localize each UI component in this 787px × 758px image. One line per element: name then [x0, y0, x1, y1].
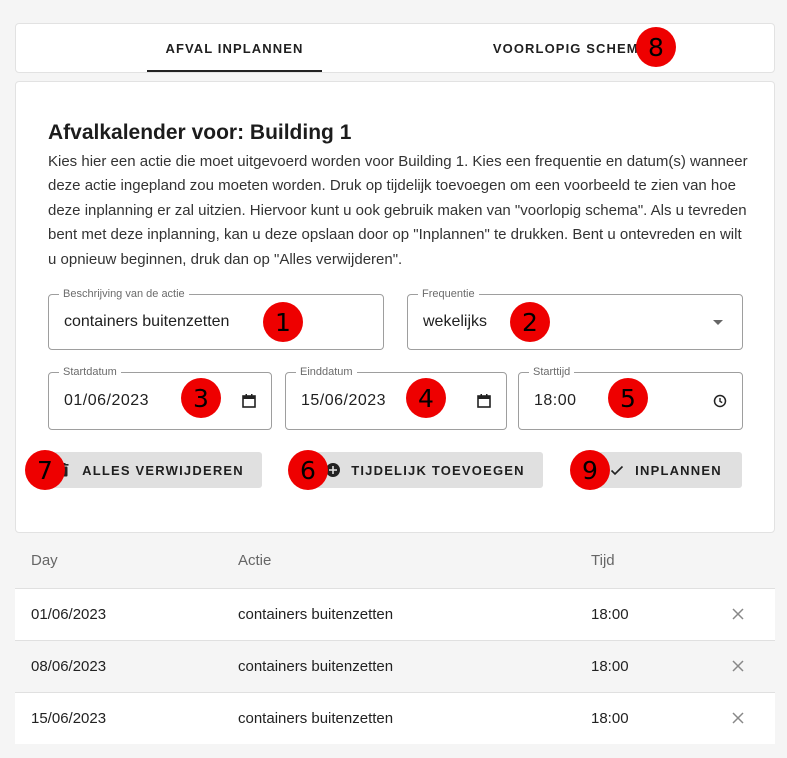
action-description-field[interactable]: Beschrijving van de actie containers bui…: [48, 287, 384, 350]
close-icon[interactable]: [731, 711, 745, 725]
start-date-value[interactable]: 01/06/2023: [64, 373, 149, 429]
check-icon: [611, 465, 624, 476]
marker-3: 3: [181, 378, 221, 418]
row-action: containers buitenzetten: [238, 658, 394, 675]
header-day: Day: [31, 552, 58, 569]
row-day: 15/06/2023: [31, 710, 107, 727]
schedule-label: INPLANNEN: [635, 462, 722, 478]
table-row: 01/06/2023 containers buitenzetten 18:00: [15, 588, 775, 640]
close-icon[interactable]: [731, 659, 745, 673]
clock-icon[interactable]: [712, 393, 728, 409]
row-day: 01/06/2023: [31, 606, 107, 623]
schedule-table: Day Actie Tijd 01/06/2023 containers bui…: [15, 533, 775, 744]
close-icon[interactable]: [731, 607, 745, 621]
marker-4: 4: [406, 378, 446, 418]
chevron-down-icon[interactable]: [713, 320, 723, 325]
end-date-value[interactable]: 15/06/2023: [301, 373, 386, 429]
page-title: Afvalkalender voor: Building 1: [48, 121, 352, 144]
header-time: Tijd: [591, 552, 615, 569]
row-time: 18:00: [591, 606, 629, 623]
marker-1: 1: [263, 302, 303, 342]
delete-all-label: ALLES VERWIJDEREN: [82, 462, 244, 478]
row-action: containers buitenzetten: [238, 606, 394, 623]
delete-all-button[interactable]: ALLES VERWIJDEREN: [38, 452, 262, 488]
active-tab-indicator: [147, 70, 322, 72]
start-date-field[interactable]: Startdatum 01/06/2023: [48, 365, 272, 430]
row-day: 08/06/2023: [31, 658, 107, 675]
row-time: 18:00: [591, 658, 629, 675]
instructions-text: Kies hier een actie die moet uitgevoerd …: [48, 153, 748, 268]
header-action: Actie: [238, 552, 272, 569]
marker-5: 5: [608, 378, 648, 418]
add-temporary-button[interactable]: TIJDELIJK TOEVOEGEN: [307, 452, 543, 488]
start-time-value[interactable]: 18:00: [534, 373, 577, 429]
marker-6: 6: [288, 450, 328, 490]
table-header: Day Actie Tijd: [15, 533, 775, 588]
marker-7: 7: [25, 450, 65, 490]
marker-8: 8: [636, 27, 676, 67]
calendar-icon[interactable]: [241, 393, 257, 409]
table-row: 15/06/2023 containers buitenzetten 18:00: [15, 692, 775, 744]
end-date-field[interactable]: Einddatum 15/06/2023: [285, 365, 507, 430]
table-row: 08/06/2023 containers buitenzetten 18:00: [15, 640, 775, 692]
schedule-button[interactable]: INPLANNEN: [589, 452, 742, 488]
calendar-icon[interactable]: [476, 393, 492, 409]
frequency-value[interactable]: wekelijks: [423, 295, 487, 349]
add-temporary-label: TIJDELIJK TOEVOEGEN: [351, 462, 525, 478]
row-action: containers buitenzetten: [238, 710, 394, 727]
action-description-value[interactable]: containers buitenzetten: [64, 295, 229, 349]
marker-9: 9: [570, 450, 610, 490]
row-time: 18:00: [591, 710, 629, 727]
frequency-select[interactable]: Frequentie wekelijks: [407, 287, 743, 350]
tab-afval-inplannen[interactable]: AFVAL INPLANNEN: [147, 24, 322, 72]
marker-2: 2: [510, 302, 550, 342]
